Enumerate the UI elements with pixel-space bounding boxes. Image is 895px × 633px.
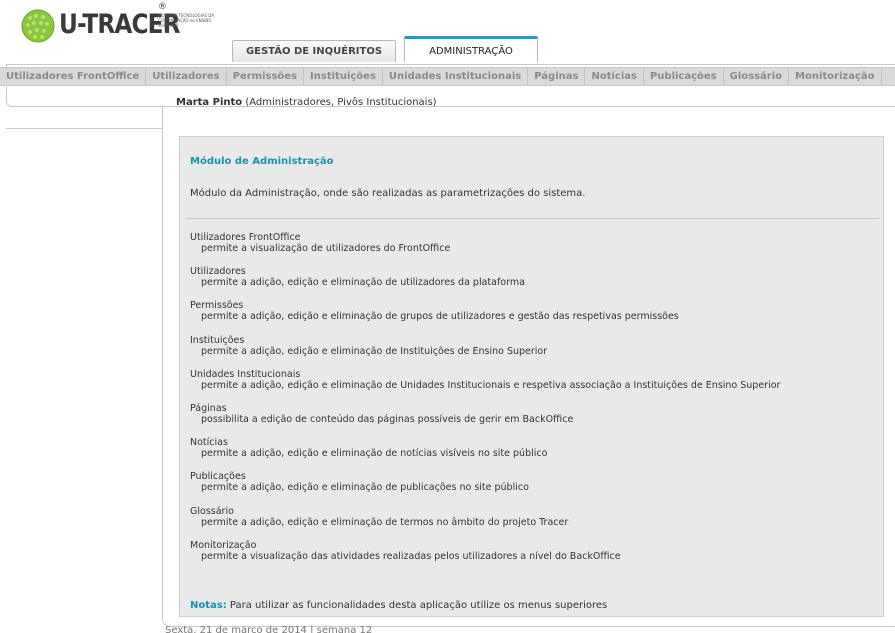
list-item: Instituições permite a adição, edição e … (190, 335, 880, 369)
item-description: permite a adição, edição e eliminação de… (201, 448, 548, 460)
subnav-glossario[interactable]: Glossário (724, 68, 790, 85)
item-description: permite a adição, edição e eliminação de… (201, 277, 525, 289)
footer-date: Sexta, 21 de março de 2014 | semana 12 (165, 625, 373, 633)
item-name: Glossário (190, 505, 234, 517)
notes-label: Notas: (190, 600, 227, 611)
item-description: permite a adição, edição e eliminação de… (201, 311, 679, 323)
list-item: Utilizadores permite a adição, edição e … (190, 266, 880, 300)
user-name: Marta Pinto (176, 97, 243, 108)
panel-divider (186, 218, 879, 219)
item-name: Utilizadores (190, 266, 246, 278)
current-user-line: Marta Pinto (Administradores, Pivôs Inst… (176, 97, 437, 108)
list-item: Páginas possibilita a edição de conteúdo… (190, 403, 880, 437)
item-name: Utilizadores FrontOffice (190, 232, 301, 243)
list-item: Unidades Institucionais permite a adição… (190, 369, 880, 403)
item-name: Unidades Institucionais (190, 368, 301, 380)
item-name: Monitorização (190, 539, 257, 551)
subnav-monitorizacao[interactable]: Monitorização (789, 68, 882, 85)
list-item: Utilizadores FrontOffice permite a visua… (190, 232, 880, 266)
list-item: Publicações permite a adição, edição e e… (190, 471, 880, 505)
subnav-permissoes[interactable]: Permissões (227, 68, 305, 85)
logo-subtitle: MONITOR TECNOLOGIAS DA COMUNICAÇÃO no EN… (158, 13, 215, 28)
panel-description: Módulo da Administração, onde são realiz… (190, 188, 586, 199)
list-item: Glossário permite a adição, edição e eli… (190, 506, 880, 540)
item-name: Permissões (190, 300, 244, 312)
notes-text: Para utilizar as funcionalidades desta a… (229, 600, 608, 611)
list-item: Permissões permite a adição, edição e el… (190, 300, 880, 334)
item-description: permite a adição, edição e eliminação de… (201, 482, 529, 494)
item-description: permite a visualização das atividades re… (201, 550, 621, 562)
subnav-noticias[interactable]: Notícias (585, 68, 644, 85)
item-name: Instituições (190, 334, 245, 346)
item-description: permite a adição, edição e eliminação de… (201, 379, 781, 391)
globe-icon (18, 8, 58, 44)
item-name: Notícias (190, 437, 228, 449)
list-item: Monitorização permite a visualização das… (190, 540, 880, 574)
tab-gestao-inqueritos[interactable]: GESTÃO DE INQUÉRITOS (232, 40, 396, 62)
item-name: Publicações (190, 471, 246, 483)
subnav-utilizadores-frontoffice[interactable]: Utilizadores FrontOffice (0, 68, 147, 85)
subnav-utilizadores[interactable]: Utilizadores (146, 68, 227, 85)
item-description: permite a visualização de utilizadores d… (201, 243, 451, 254)
left-sidebar (6, 107, 162, 129)
subnav-instituicoes[interactable]: Instituições (304, 68, 383, 85)
item-description: permite a adição, edição e eliminação de… (201, 516, 569, 528)
list-item: Notícias permite a adição, edição e elim… (190, 437, 880, 471)
subnav-publicacoes[interactable]: Publicações (644, 68, 724, 85)
subnav-unidades-institucionais[interactable]: Unidades Institucionais (383, 68, 529, 85)
module-list: Utilizadores FrontOffice permite a visua… (190, 232, 880, 574)
panel-title: Módulo de Administração (190, 156, 334, 167)
tab-administracao[interactable]: ADMINISTRAÇÃO (404, 36, 538, 62)
user-roles: (Administradores, Pivôs Institucionais) (245, 97, 437, 108)
subnav-container: Utilizadores FrontOffice Utilizadores Pe… (0, 64, 895, 107)
subnav-paginas[interactable]: Páginas (528, 68, 586, 85)
admin-module-panel: Módulo de Administração Módulo da Admini… (179, 136, 884, 617)
item-name: Páginas (190, 402, 227, 414)
notes-line: Notas: Para utilizar as funcionalidades … (190, 600, 607, 611)
subnav-bar: Utilizadores FrontOffice Utilizadores Pe… (0, 67, 895, 86)
item-description: permite a adição, edição e eliminação de… (201, 345, 548, 357)
logo-registered-mark: ® (158, 2, 167, 12)
item-description: possibilita a edição de conteúdo das pág… (201, 413, 574, 425)
